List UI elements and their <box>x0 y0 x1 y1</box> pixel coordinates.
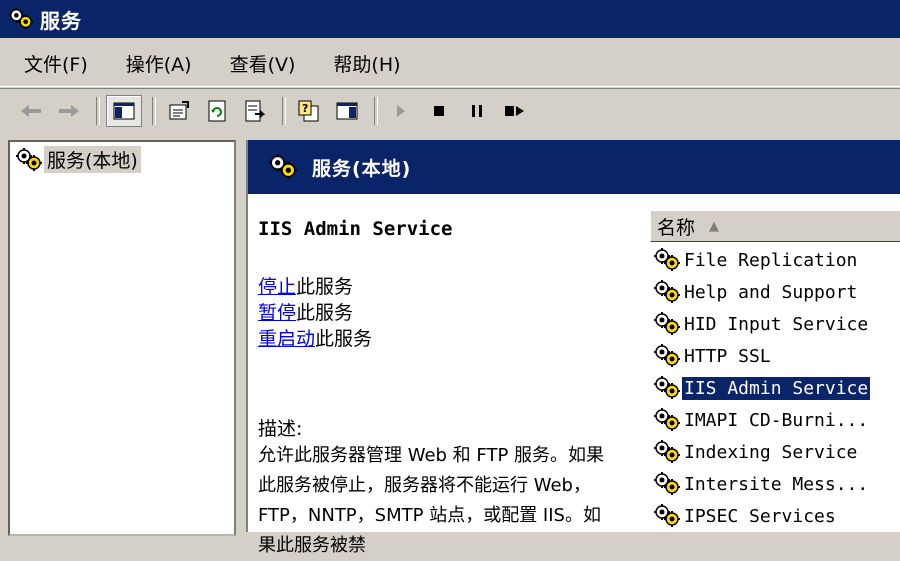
service-row-name: Intersite Mess... <box>684 473 869 495</box>
services-gear-icon <box>8 6 34 31</box>
service-row-name: Help and Support <box>684 281 858 303</box>
service-row[interactable]: IMAPI CD-Burni... <box>652 404 900 436</box>
properties-button[interactable] <box>162 96 196 126</box>
description-text: 允许此服务器管理 Web 和 FTP 服务。如果此服务被停止，服务器将不能运行 … <box>258 445 605 556</box>
restart-service-button[interactable] <box>498 96 532 126</box>
service-row[interactable]: Help and Support <box>652 276 900 308</box>
menu-action[interactable]: 操作(A) <box>126 50 192 77</box>
service-gear-icon <box>653 279 681 304</box>
selected-service-name: IIS Admin Service <box>258 218 453 240</box>
extended-description-panel: IIS Admin Service 停止此服务 暂停此服务 重启动此服务 描述:… <box>258 218 628 561</box>
service-gear-icon <box>653 471 681 496</box>
show-hide-tree-button[interactable] <box>106 95 142 127</box>
restart-action: 重启动此服务 <box>258 326 628 352</box>
service-row-selected[interactable]: IIS Admin Service <box>652 372 900 404</box>
stop-service-button[interactable] <box>422 96 456 126</box>
service-row-name: IMAPI CD-Burni... <box>684 409 869 431</box>
pause-service-button[interactable] <box>460 96 494 126</box>
pause-service-link[interactable]: 暂停 <box>258 302 296 324</box>
toolbar-separator <box>152 97 156 125</box>
menu-file[interactable]: 文件(F) <box>24 50 88 77</box>
column-header-name[interactable]: 名称 ▲ <box>650 210 900 242</box>
properties-icon <box>169 101 189 120</box>
toolbar-separator <box>96 97 100 125</box>
restart-service-icon <box>505 106 524 116</box>
services-gear-icon <box>268 153 298 180</box>
service-row-name: HID Input Service <box>684 313 869 335</box>
start-service-icon <box>397 105 405 117</box>
toolbar-separator <box>282 97 286 125</box>
service-gear-icon <box>653 311 681 336</box>
service-gear-icon <box>653 503 681 528</box>
service-rows: File Replication Help and Support HID In… <box>652 244 900 532</box>
service-row[interactable]: File Replication <box>652 244 900 276</box>
help-button[interactable]: ? <box>292 96 326 126</box>
description-label: 描述: <box>258 418 303 440</box>
help-icon: ? <box>298 100 319 122</box>
service-row-name: IIS Admin Service <box>682 376 871 400</box>
pane-splitter[interactable] <box>236 140 244 532</box>
service-row-name: Indexing Service <box>684 441 858 463</box>
window-title: 服务 <box>40 8 82 33</box>
export-list-icon <box>245 100 265 122</box>
restart-service-link[interactable]: 重启动 <box>258 328 315 350</box>
service-row[interactable]: IPSEC Services <box>652 500 900 532</box>
toolbar: ? <box>0 88 900 133</box>
show-hide-action-pane-button[interactable] <box>330 96 364 126</box>
column-header-label: 名称 <box>657 216 696 239</box>
service-gear-icon <box>653 375 681 400</box>
service-row-name: File Replication <box>684 249 858 271</box>
service-actions: 停止此服务 暂停此服务 重启动此服务 <box>258 274 628 352</box>
action-suffix: 此服务 <box>296 276 354 298</box>
console-tree: 服务(本地) <box>8 140 236 536</box>
details-pane: 服务(本地) IIS Admin Service 停止此服务 暂停此服务 重启动… <box>246 140 900 556</box>
services-gear-icon <box>15 146 43 172</box>
svg-text:?: ? <box>302 102 308 115</box>
forward-arrow-icon <box>59 105 79 117</box>
stop-action: 停止此服务 <box>258 274 628 300</box>
tree-item-label: 服务(本地) <box>44 146 141 173</box>
show-hide-tree-icon <box>113 102 135 120</box>
service-row[interactable]: Intersite Mess... <box>652 468 900 500</box>
service-row[interactable]: HTTP SSL <box>652 340 900 372</box>
action-suffix: 此服务 <box>315 328 373 350</box>
refresh-icon <box>208 100 226 122</box>
service-gear-icon <box>653 247 681 272</box>
services-list: 名称 ▲ File Replication Help and Support H… <box>630 196 900 532</box>
start-service-button[interactable] <box>384 96 418 126</box>
toolbar-separator <box>374 97 378 125</box>
sort-ascending-icon: ▲ <box>709 218 720 234</box>
back-button[interactable] <box>14 96 48 126</box>
export-list-button[interactable] <box>238 96 272 126</box>
stop-service-link[interactable]: 停止 <box>258 276 296 298</box>
pane-header: 服务(本地) <box>248 140 900 194</box>
menu-bar: 文件(F) 操作(A) 查看(V) 帮助(H) <box>0 40 900 87</box>
forward-button[interactable] <box>52 96 86 126</box>
action-suffix: 此服务 <box>296 302 354 324</box>
menu-view[interactable]: 查看(V) <box>230 50 296 77</box>
pause-service-icon <box>472 105 482 117</box>
pane-header-title: 服务(本地) <box>312 157 412 180</box>
title-bar[interactable]: 服务 <box>0 0 900 38</box>
service-row-name: HTTP SSL <box>684 345 771 367</box>
service-gear-icon <box>653 439 681 464</box>
pause-action: 暂停此服务 <box>258 300 628 326</box>
refresh-button[interactable] <box>200 96 234 126</box>
service-row-name: IPSEC Services <box>684 505 836 527</box>
service-gear-icon <box>653 343 681 368</box>
back-arrow-icon <box>21 105 41 117</box>
tree-item-services-local[interactable]: 服务(本地) <box>10 142 234 177</box>
service-gear-icon <box>653 407 681 432</box>
stop-service-icon <box>434 106 444 116</box>
service-row[interactable]: Indexing Service <box>652 436 900 468</box>
service-row[interactable]: HID Input Service <box>652 308 900 340</box>
menu-help[interactable]: 帮助(H) <box>333 50 400 77</box>
show-hide-action-pane-icon <box>336 102 358 120</box>
